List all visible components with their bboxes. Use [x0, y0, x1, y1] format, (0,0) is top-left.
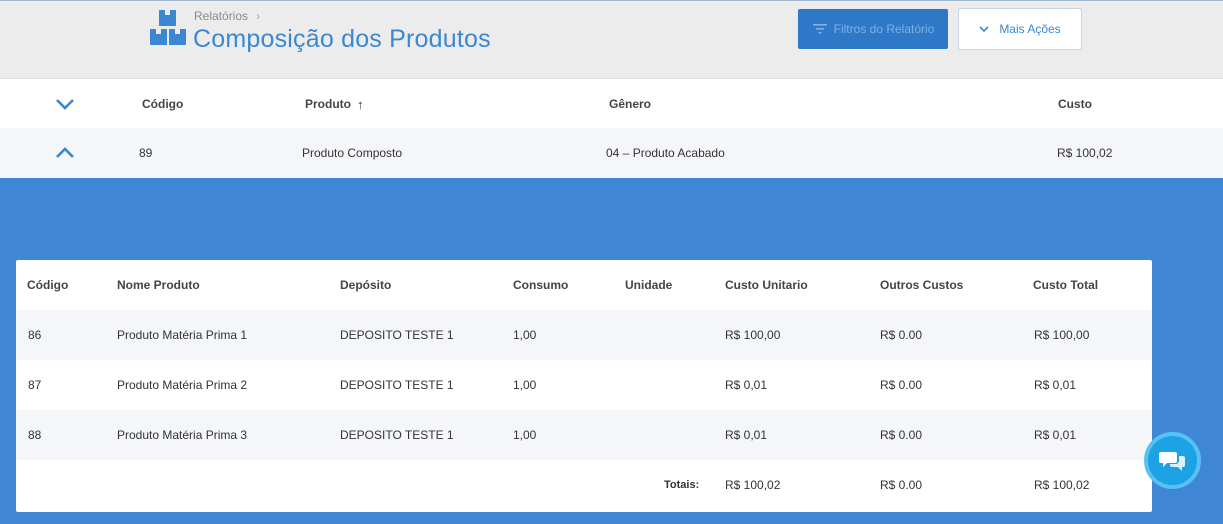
report-filters-button[interactable]: Filtros do Relatório: [798, 9, 948, 49]
column-header-produto[interactable]: Produto ↑: [305, 79, 364, 129]
page-header: Relatórios › Composição dos Produtos Fil…: [0, 1, 1223, 77]
arrow-up-icon: ↑: [357, 96, 364, 112]
column-header-custo[interactable]: Custo: [1058, 79, 1092, 129]
cell-outros-custos: R$ 0.00: [880, 428, 923, 442]
cell-codigo: 87: [28, 378, 42, 392]
total-custo-total: R$ 100,02: [1034, 478, 1090, 492]
boxes-icon: [150, 10, 186, 45]
report-filters-label: Filtros do Relatório: [833, 22, 935, 36]
cell-consumo: 1,00: [513, 328, 537, 342]
more-actions-button[interactable]: Mais Ações: [958, 8, 1082, 50]
cell-deposito: DEPOSITO TESTE 1: [340, 378, 454, 392]
cell-consumo: 1,00: [513, 428, 537, 442]
table-row[interactable]: 88 Produto Matéria Prima 3 DEPOSITO TEST…: [16, 410, 1152, 460]
cell-nome-produto: Produto Matéria Prima 2: [117, 378, 248, 392]
detail-col-consumo[interactable]: Consumo: [513, 260, 568, 310]
cell-custo-unitario: R$ 100,00: [725, 328, 781, 342]
breadcrumb: Relatórios ›: [194, 9, 260, 23]
composition-detail-table: Código Nome Produto Depósito Consumo Uni…: [16, 260, 1152, 512]
table-row[interactable]: 89 Produto Composto 04 – Produto Acabado…: [0, 128, 1223, 178]
totals-row: Totais: R$ 100,02 R$ 0.00 R$ 100,02: [16, 460, 1152, 510]
detail-col-deposito[interactable]: Depósito: [340, 260, 391, 310]
chevron-up-icon: [56, 147, 74, 158]
cell-custo-total: R$ 0,01: [1034, 428, 1077, 442]
cell-custo: R$ 100,02: [1057, 146, 1113, 160]
detail-col-outros-custos[interactable]: Outros Custos: [880, 260, 963, 310]
filter-icon: [812, 24, 827, 34]
detail-col-nome-produto[interactable]: Nome Produto: [117, 260, 200, 310]
detail-col-custo-total[interactable]: Custo Total: [1033, 260, 1098, 310]
total-custo-unitario: R$ 100,02: [725, 478, 781, 492]
cell-codigo: 86: [28, 328, 42, 342]
chevron-down-icon: [56, 99, 74, 110]
total-outros-custos: R$ 0.00: [880, 478, 923, 492]
detail-col-unidade[interactable]: Unidade: [625, 260, 672, 310]
column-header-codigo[interactable]: Código: [142, 79, 183, 129]
more-actions-label: Mais Ações: [999, 22, 1061, 36]
column-header-genero[interactable]: Gênero: [609, 79, 651, 129]
chat-button[interactable]: [1144, 432, 1201, 489]
cell-deposito: DEPOSITO TESTE 1: [340, 428, 454, 442]
table-row[interactable]: 86 Produto Matéria Prima 1 DEPOSITO TEST…: [16, 310, 1152, 360]
chevron-down-icon: [979, 25, 989, 32]
row-collapse-toggle[interactable]: [55, 128, 75, 178]
detail-col-custo-unitario[interactable]: Custo Unitario: [725, 260, 808, 310]
table-row[interactable]: 87 Produto Matéria Prima 2 DEPOSITO TEST…: [16, 360, 1152, 410]
breadcrumb-relatorios[interactable]: Relatórios: [194, 9, 248, 23]
column-header-produto-label: Produto: [305, 97, 351, 111]
cell-deposito: DEPOSITO TESTE 1: [340, 328, 454, 342]
cell-outros-custos: R$ 0.00: [880, 328, 923, 342]
cell-nome-produto: Produto Matéria Prima 3: [117, 428, 248, 442]
cell-codigo: 88: [28, 428, 42, 442]
page-title: Composição dos Produtos: [193, 25, 491, 53]
cell-produto: Produto Composto: [302, 146, 403, 160]
cell-custo-unitario: R$ 0,01: [725, 378, 768, 392]
detail-col-codigo[interactable]: Código: [27, 260, 68, 310]
chat-icon: [1158, 451, 1185, 471]
collapse-all-toggle[interactable]: [55, 79, 75, 129]
cell-custo-unitario: R$ 0,01: [725, 428, 768, 442]
cell-codigo: 89: [139, 146, 153, 160]
cell-outros-custos: R$ 0.00: [880, 378, 923, 392]
cell-consumo: 1,00: [513, 378, 537, 392]
grid-header: Código Produto ↑ Gênero Custo: [0, 78, 1223, 128]
cell-custo-total: R$ 0,01: [1034, 378, 1077, 392]
totals-label: Totais:: [664, 479, 700, 491]
chevron-right-icon: ›: [256, 9, 261, 23]
detail-header-row: Código Nome Produto Depósito Consumo Uni…: [16, 260, 1152, 310]
cell-custo-total: R$ 100,00: [1034, 328, 1090, 342]
cell-genero: 04 – Produto Acabado: [606, 146, 725, 160]
cell-nome-produto: Produto Matéria Prima 1: [117, 328, 248, 342]
